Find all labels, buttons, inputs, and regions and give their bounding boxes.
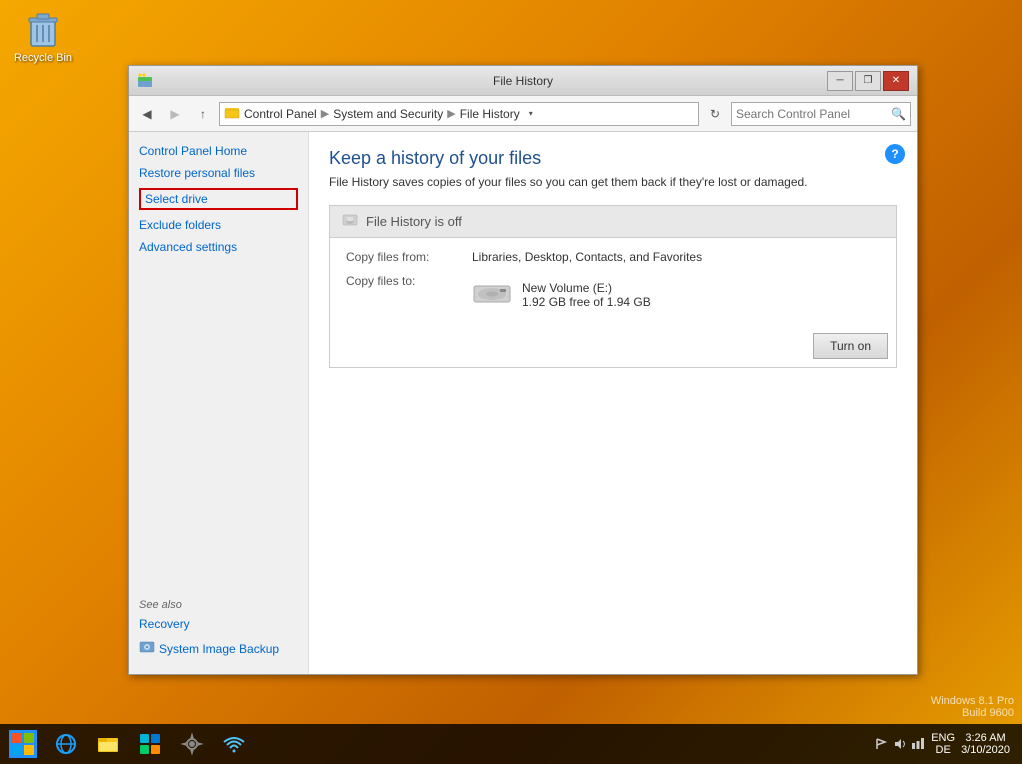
turn-on-button[interactable]: Turn on <box>813 333 888 359</box>
status-box: File History is off Copy files from: Lib… <box>329 205 897 368</box>
window-title: File History <box>493 74 553 88</box>
taskbar-language: ENGDE <box>931 732 955 756</box>
forward-button[interactable]: ▶ <box>163 102 187 126</box>
copy-from-row: Copy files from: Libraries, Desktop, Con… <box>346 250 880 264</box>
status-box-icon <box>342 212 358 231</box>
sidebar-item-exclude-folders[interactable]: Exclude folders <box>139 218 298 232</box>
copy-to-label: Copy files to: <box>346 274 456 288</box>
sidebar-item-cp-home[interactable]: Control Panel Home <box>139 144 298 158</box>
address-folder-icon <box>224 104 240 123</box>
sidebar-item-advanced-settings[interactable]: Advanced settings <box>139 240 298 254</box>
taskbar-date: 3/10/2020 <box>961 744 1010 756</box>
desktop: Recycle Bin File History ─ ❐ ✕ ◀ <box>0 0 1022 764</box>
file-history-window: File History ─ ❐ ✕ ◀ ▶ ↑ Control <box>128 65 918 675</box>
recycle-bin-icon <box>23 8 63 48</box>
search-input[interactable] <box>736 107 891 121</box>
page-title: Keep a history of your files <box>329 148 897 169</box>
up-button[interactable]: ↑ <box>191 102 215 126</box>
taskbar-ie-button[interactable] <box>46 725 86 763</box>
taskbar-settings-button[interactable] <box>172 725 212 763</box>
breadcrumb-control-panel[interactable]: Control Panel <box>244 107 317 121</box>
refresh-button[interactable]: ↻ <box>703 102 727 126</box>
sidebar-see-also: See also Recovery System Image Backup <box>139 599 298 662</box>
title-bar: File History ─ ❐ ✕ <box>129 66 917 96</box>
taskbar-network-button[interactable] <box>214 725 254 763</box>
taskbar: ENGDE 3:26 AM 3/10/2020 <box>0 724 1022 764</box>
drive-details: New Volume (E:) 1.92 GB free of 1.94 GB <box>522 281 651 309</box>
recycle-bin[interactable]: Recycle Bin <box>8 8 78 64</box>
restore-button[interactable]: ❐ <box>855 71 881 91</box>
close-button[interactable]: ✕ <box>883 71 909 91</box>
page-description: File History saves copies of your files … <box>329 175 897 189</box>
see-also-title: See also <box>139 599 298 611</box>
taskbar-clock[interactable]: 3:26 AM 3/10/2020 <box>961 732 1010 756</box>
sidebar: Control Panel Home Restore personal file… <box>129 132 309 674</box>
sidebar-item-system-image-backup[interactable]: System Image Backup <box>159 642 279 656</box>
copy-from-label: Copy files from: <box>346 250 456 264</box>
sidebar-item-restore-files[interactable]: Restore personal files <box>139 166 298 180</box>
taskbar-notifications <box>875 737 925 751</box>
drive-info: New Volume (E:) 1.92 GB free of 1.94 GB <box>472 278 651 311</box>
window-icon <box>137 73 153 89</box>
breadcrumb-sep-2: ▶ <box>447 107 455 120</box>
taskbar-time: 3:26 AM <box>961 732 1010 744</box>
start-button[interactable] <box>4 725 42 763</box>
back-button[interactable]: ◀ <box>135 102 159 126</box>
status-box-title: File History is off <box>366 214 462 229</box>
watermark-line1: Windows 8.1 Pro <box>931 695 1014 707</box>
taskbar-file-explorer-button[interactable] <box>88 725 128 763</box>
search-icon: 🔍 <box>891 107 906 121</box>
drive-icon <box>472 278 512 311</box>
search-bar: 🔍 <box>731 102 911 126</box>
sidebar-item-select-drive[interactable]: Select drive <box>139 188 298 210</box>
watermark-line2: Build 9600 <box>931 707 1014 719</box>
status-box-content: Copy files from: Libraries, Desktop, Con… <box>330 238 896 333</box>
taskbar-store-button[interactable] <box>130 725 170 763</box>
minimize-button[interactable]: ─ <box>827 71 853 91</box>
help-button[interactable]: ? <box>885 144 905 164</box>
drive-space: 1.92 GB free of 1.94 GB <box>522 295 651 309</box>
breadcrumb-system-security[interactable]: System and Security <box>333 107 443 121</box>
content-area: Control Panel Home Restore personal file… <box>129 132 917 674</box>
recycle-bin-label: Recycle Bin <box>14 52 72 64</box>
main-panel: ? Keep a history of your files File Hist… <box>309 132 917 674</box>
status-box-header: File History is off <box>330 206 896 238</box>
address-bar: Control Panel ▶ System and Security ▶ Fi… <box>219 102 699 126</box>
sidebar-item-system-image-backup-row: System Image Backup <box>139 639 298 658</box>
copy-from-value: Libraries, Desktop, Contacts, and Favori… <box>472 250 702 264</box>
windows-watermark: Windows 8.1 Pro Build 9600 <box>931 695 1014 719</box>
address-dropdown-button[interactable]: ▾ <box>524 102 538 126</box>
taskbar-right: ENGDE 3:26 AM 3/10/2020 <box>875 732 1018 756</box>
copy-to-row: Copy files to: <box>346 274 880 311</box>
drive-name: New Volume (E:) <box>522 281 651 295</box>
taskbar-flag-icon <box>875 737 889 751</box>
breadcrumb-sep-1: ▶ <box>321 107 329 120</box>
start-icon <box>9 730 37 758</box>
taskbar-items <box>46 725 254 763</box>
system-image-icon <box>139 639 155 658</box>
window-controls: ─ ❐ ✕ <box>827 71 909 91</box>
sidebar-item-recovery[interactable]: Recovery <box>139 617 298 631</box>
nav-bar: ◀ ▶ ↑ Control Panel ▶ System and Securit… <box>129 96 917 132</box>
taskbar-network-status-icon <box>911 737 925 751</box>
breadcrumb-file-history[interactable]: File History <box>460 107 520 121</box>
taskbar-volume-icon <box>893 737 907 751</box>
